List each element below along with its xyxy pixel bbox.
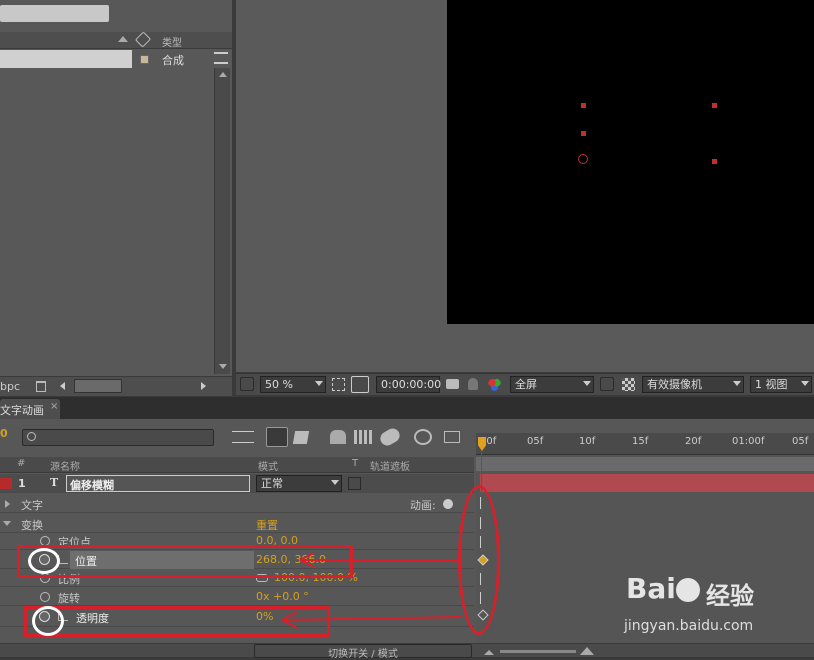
arrow-to-opacity (281, 611, 463, 629)
watermark-brand: Bai (626, 572, 676, 605)
watermark-brand-suffix: 经验 (706, 582, 754, 610)
paw-logo-icon (676, 578, 700, 602)
baidu-watermark: Bai 经验 jingyan.baidu.com (618, 572, 814, 642)
arrow-to-position (299, 552, 462, 568)
watermark-url: jingyan.baidu.com (624, 618, 754, 634)
annotation-arrows (281, 552, 463, 629)
